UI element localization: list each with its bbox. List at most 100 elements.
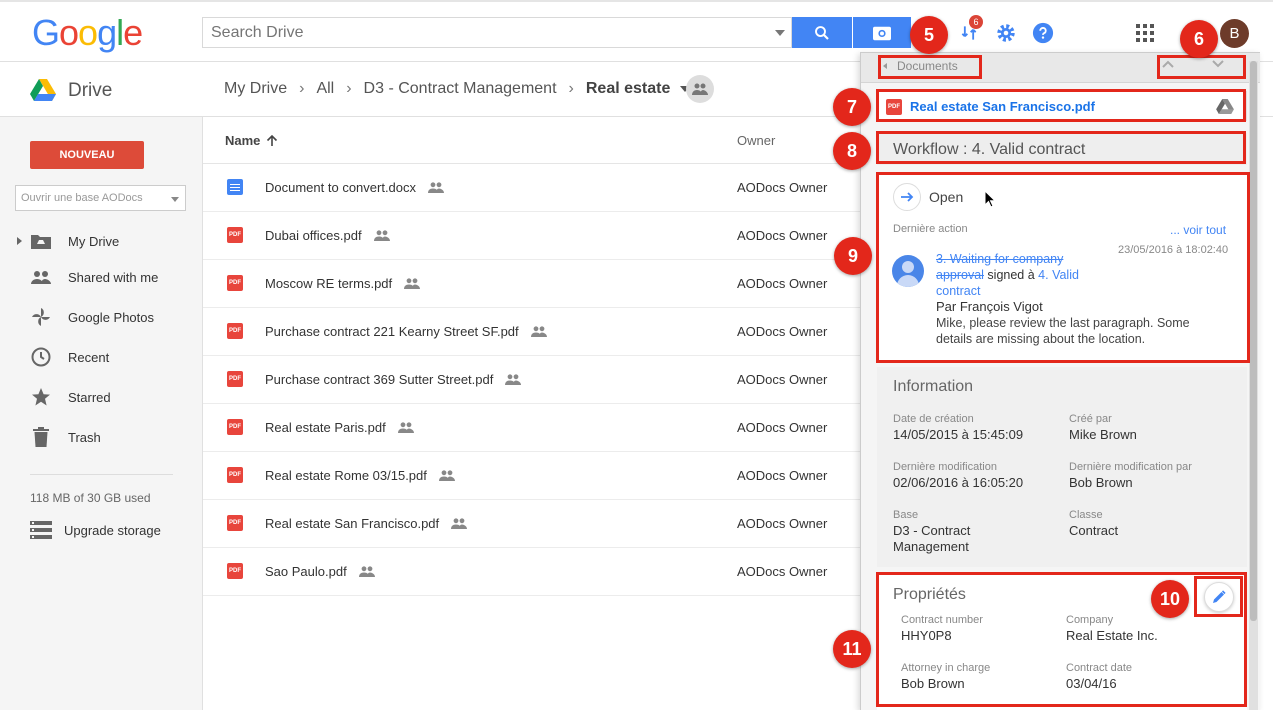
created-date-label: Date de création — [893, 413, 974, 425]
file-row[interactable]: PDF Purchase contract 369 Sutter Street.p… — [203, 356, 863, 404]
action-transition: 3. Waiting for company approval signed à… — [936, 251, 1116, 299]
chevron-right-icon: › — [568, 80, 574, 97]
file-list: Name Owner Document to convert.docx AODoc… — [203, 117, 863, 710]
clock-icon — [30, 346, 52, 368]
file-owner: AODocs Owner — [737, 564, 828, 579]
pdf-file-icon: PDF — [227, 515, 243, 531]
pinwheel-icon — [30, 306, 52, 328]
panel-file-name-link[interactable]: Real estate San Francisco.pdf — [910, 99, 1095, 114]
panel-scroll-thumb[interactable] — [1250, 61, 1257, 621]
file-row[interactable]: PDF Purchase contract 221 Kearny Street S… — [203, 308, 863, 356]
sidebar-item-trash[interactable]: Trash — [0, 422, 203, 452]
base-label: Base — [893, 509, 919, 521]
column-name-header[interactable]: Name — [225, 133, 278, 148]
see-all-link[interactable]: ... voir tout — [1170, 223, 1226, 237]
file-owner: AODocs Owner — [737, 228, 828, 243]
panel-scrollbar[interactable] — [1249, 61, 1258, 710]
class-label: Classe — [1069, 509, 1103, 521]
help-button[interactable] — [1031, 21, 1055, 45]
edit-properties-button[interactable] — [1204, 582, 1234, 612]
pdf-file-icon: PDF — [227, 563, 243, 579]
new-button[interactable]: NOUVEAU — [30, 141, 144, 169]
search-icon — [815, 25, 829, 40]
pdf-file-icon: PDF — [227, 227, 243, 243]
breadcrumb: My Drive › All › D3 - Contract Managemen… — [224, 80, 691, 98]
file-row[interactable]: Document to convert.docx AODocs Owner — [203, 164, 863, 212]
from-state-link[interactable]: 3. Waiting for company — [936, 252, 1063, 266]
signed-text: signed à — [983, 268, 1039, 282]
breadcrumb-current[interactable]: Real estate — [586, 80, 671, 98]
sidebar-item-photos[interactable]: Google Photos — [0, 302, 203, 332]
pdf-file-icon: PDF — [886, 99, 902, 115]
panel-prev-next — [1161, 59, 1225, 69]
column-owner-header[interactable]: Owner — [737, 133, 775, 148]
search-button[interactable] — [792, 17, 852, 48]
file-name: Real estate Paris.pdf — [265, 420, 414, 435]
expand-triangle-icon[interactable] — [17, 237, 22, 245]
action-comment-line1: Mike, please review the last paragraph. … — [936, 316, 1190, 330]
drive-logo-icon — [30, 79, 56, 101]
workflow-state: Workflow : 4. Valid contract — [877, 133, 1247, 165]
file-row[interactable]: PDF Moscow RE terms.pdf AODocs Owner — [203, 260, 863, 308]
file-row[interactable]: PDF Real estate Rome 03/15.pdf AODocs Owne… — [203, 452, 863, 500]
file-row[interactable]: PDF Real estate Paris.pdf AODocs Owner — [203, 404, 863, 452]
annotation-number-9: 9 — [834, 237, 872, 275]
open-action[interactable]: Open — [893, 183, 963, 211]
file-name: Purchase contract 369 Sutter Street.pdf — [265, 372, 522, 387]
information-section: Information Date de création 14/05/2015 … — [877, 367, 1247, 567]
sidebar-item-starred[interactable]: Starred — [0, 382, 203, 412]
notification-count-badge: 6 — [969, 15, 983, 29]
action-author: Par François Vigot — [936, 299, 1043, 314]
open-base-select[interactable]: Ouvrir une base AODocs — [15, 185, 186, 211]
file-list-header: Name Owner — [203, 117, 863, 164]
sidebar-item-recent[interactable]: Recent — [0, 342, 203, 372]
to-state-link[interactable]: 4. Valid — [1038, 268, 1079, 282]
user-avatar — [892, 255, 924, 287]
arrow-right-icon — [893, 183, 921, 211]
drive-logo-icon[interactable] — [1216, 99, 1234, 114]
file-row[interactable]: PDF Real estate San Francisco.pdf AODocs O… — [203, 500, 863, 548]
app-name: Drive — [68, 80, 113, 101]
annotation-number-11: 11 — [833, 630, 871, 668]
modified-date-label: Dernière modification — [893, 461, 997, 473]
mouse-cursor-icon — [984, 190, 996, 208]
doc-file-icon — [227, 179, 243, 195]
file-name: Real estate Rome 03/15.pdf — [265, 468, 455, 483]
chevron-right-icon: › — [346, 80, 352, 97]
shared-folder-button[interactable] — [686, 75, 714, 103]
google-logo[interactable]: Google — [32, 12, 143, 54]
file-row[interactable]: PDF Sao Paulo.pdf AODocs Owner — [203, 548, 863, 596]
chevron-up-icon[interactable] — [1161, 59, 1175, 69]
action-comment-line2: details are missing about the location. — [936, 332, 1146, 346]
sort-arrow-up-icon — [267, 134, 278, 146]
file-name: Document to convert.docx — [265, 180, 445, 195]
breadcrumb-my-drive[interactable]: My Drive — [224, 80, 287, 98]
information-title: Information — [893, 378, 974, 395]
search-options-caret-icon[interactable] — [775, 30, 785, 36]
chevron-down-icon — [171, 197, 179, 202]
back-to-documents-link[interactable]: Documents — [883, 59, 958, 73]
upgrade-storage-link[interactable]: Upgrade storage — [30, 521, 161, 539]
file-row[interactable]: PDF Dubai offices.pdf AODocs Owner — [203, 212, 863, 260]
contract-number-value: HHY0P8 — [901, 628, 952, 643]
search-by-image-button[interactable] — [853, 17, 911, 48]
sidebar-item-shared[interactable]: Shared with me — [0, 262, 203, 292]
annotation-number-10: 10 — [1151, 580, 1189, 618]
to-state-link-2[interactable]: contract — [936, 284, 980, 298]
account-avatar[interactable]: B — [1220, 19, 1249, 48]
breadcrumb-all[interactable]: All — [316, 80, 334, 98]
file-owner: AODocs Owner — [737, 324, 828, 339]
storage-icon — [30, 521, 52, 539]
settings-button[interactable] — [994, 21, 1018, 45]
from-state-link-2[interactable]: approval — [936, 268, 984, 282]
chevron-down-icon[interactable] — [1211, 59, 1225, 69]
breadcrumb-d3[interactable]: D3 - Contract Management — [364, 80, 557, 98]
search-input[interactable] — [203, 18, 763, 47]
attorney-label: Attorney in charge — [901, 662, 991, 674]
file-name: Dubai offices.pdf — [265, 228, 390, 243]
shared-people-icon — [404, 278, 421, 289]
shared-people-icon — [358, 566, 375, 577]
help-icon — [1032, 22, 1054, 44]
apps-button[interactable] — [1133, 21, 1157, 45]
sidebar-item-my-drive[interactable]: My Drive — [0, 226, 203, 256]
